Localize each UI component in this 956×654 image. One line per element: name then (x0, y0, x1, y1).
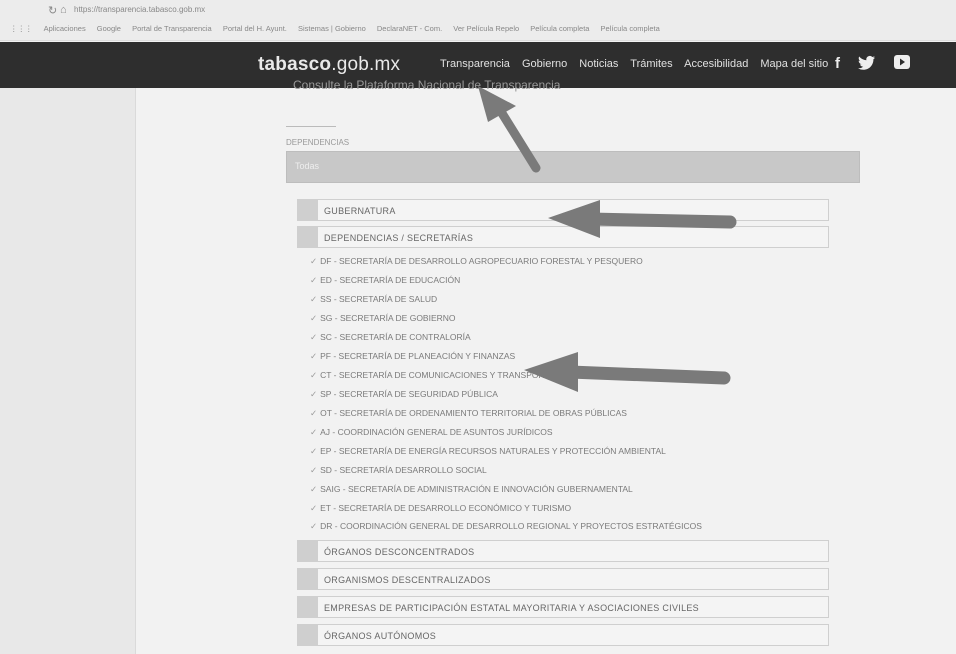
nav-tramites[interactable]: Trámites (630, 58, 672, 70)
bookmark[interactable]: Google (97, 24, 121, 33)
check-icon: ✓ (310, 427, 318, 437)
check-icon: ✓ (310, 389, 318, 399)
bookmarks-bar: ⋮⋮⋮ Aplicaciones Google Portal de Transp… (0, 24, 956, 38)
check-icon: ✓ (310, 408, 318, 418)
bookmark[interactable]: Portal de Transparencia (132, 24, 212, 33)
check-icon: ✓ (310, 484, 318, 494)
list-item[interactable]: ✓ ED - SECRETARÍA DE EDUCACIÓN (310, 275, 460, 286)
section-organismos-descentralizados[interactable]: ORGANISMOS DESCENTRALIZADOS (297, 568, 829, 590)
bookmark[interactable]: Película completa (530, 24, 589, 33)
check-icon: ✓ (310, 313, 318, 323)
section-organos-autonomos[interactable]: ÓRGANOS AUTÓNOMOS (297, 624, 829, 646)
check-icon: ✓ (310, 275, 318, 285)
bookmark[interactable]: Película completa (601, 24, 660, 33)
check-icon: ✓ (310, 446, 318, 456)
list-item[interactable]: ✓ AJ - COORDINACIÓN GENERAL DE ASUNTOS JU… (310, 427, 553, 438)
nav-accesibilidad[interactable]: Accesibilidad (684, 58, 748, 70)
list-item[interactable]: ✓ SD - SECRETARÍA DESARROLLO SOCIAL (310, 465, 487, 476)
check-icon: ✓ (310, 503, 318, 513)
reload-icon[interactable]: ↻ (48, 4, 57, 17)
nav-noticias[interactable]: Noticias (579, 58, 618, 70)
bookmark[interactable]: Sistemas | Gobierno (298, 24, 366, 33)
logo-main: tabasco (258, 54, 332, 75)
list-item[interactable]: ✓ CT - SECRETARÍA DE COMUNICACIONES Y TRA… (310, 370, 561, 381)
twitter-icon[interactable] (858, 55, 876, 75)
check-icon: ✓ (310, 521, 318, 531)
bookmark[interactable]: Aplicaciones (44, 24, 86, 33)
section-empresas[interactable]: EMPRESAS DE PARTICIPACIÓN ESTATAL MAYORI… (297, 596, 829, 618)
section-label: GUBERNATURA (324, 206, 396, 216)
divider (286, 126, 336, 127)
dependencias-label: DEPENDENCIAS (286, 138, 350, 147)
select-value: Todas (295, 161, 320, 171)
section-toggle-icon (298, 227, 318, 247)
dependencias-select[interactable]: Todas (286, 151, 860, 183)
logo-domain: .gob.mx (331, 54, 401, 75)
list-item[interactable]: ✓ DR - COORDINACIÓN GENERAL DE DESARROLLO… (310, 521, 702, 532)
list-item[interactable]: ✓ SG - SECRETARÍA DE GOBIERNO (310, 313, 456, 324)
site-logo[interactable]: tabasco.gob.mx (258, 54, 400, 76)
list-item[interactable]: ✓ OT - SECRETARÍA DE ORDENAMIENTO TERRITO… (310, 408, 627, 419)
section-gubernatura[interactable]: GUBERNATURA (297, 199, 829, 221)
nav-transparencia[interactable]: Transparencia (440, 58, 510, 70)
browser-toolbar: ↻ ⌂ https://transparencia.tabasco.gob.mx… (0, 0, 956, 41)
youtube-icon[interactable] (894, 55, 910, 73)
facebook-icon[interactable]: f (835, 55, 840, 72)
bookmark[interactable]: DeclaraNET - Com. (377, 24, 442, 33)
bookmark[interactable]: Portal del H. Ayunt. (223, 24, 287, 33)
section-label: DEPENDENCIAS / SECRETARÍAS (324, 233, 474, 243)
check-icon: ✓ (310, 294, 318, 304)
home-icon[interactable]: ⌂ (60, 4, 67, 16)
list-item[interactable]: ✓ SP - SECRETARÍA DE SEGURIDAD PÚBLICA (310, 389, 498, 400)
nav-mapa-del-sitio[interactable]: Mapa del sitio (760, 58, 828, 70)
section-organos-desconcentrados[interactable]: ÓRGANOS DESCONCENTRADOS (297, 540, 829, 562)
bookmark[interactable]: Ver Película Repelo (453, 24, 519, 33)
section-label: EMPRESAS DE PARTICIPACIÓN ESTATAL MAYORI… (324, 603, 699, 613)
apps-icon[interactable]: ⋮⋮⋮ (10, 24, 33, 33)
check-icon: ✓ (310, 332, 318, 342)
main-nav: Transparencia Gobierno Noticias Trámites… (440, 58, 837, 70)
list-item[interactable]: ✓ DF - SECRETARÍA DE DESARROLLO AGROPECUA… (310, 256, 643, 267)
left-margin (0, 88, 136, 654)
check-icon: ✓ (310, 351, 318, 361)
page-subtitle: Consulte la Plataforma Nacional de Trans… (293, 78, 561, 92)
list-item[interactable]: ✓ SAIG - SECRETARÍA DE ADMINISTRACIÓN E I… (310, 484, 633, 495)
list-item[interactable]: ✓ SS - SECRETARÍA DE SALUD (310, 294, 437, 305)
check-icon: ✓ (310, 465, 318, 475)
list-item[interactable]: ✓ EP - SECRETARÍA DE ENERGÍA RECURSOS NAT… (310, 446, 666, 457)
section-toggle-icon (298, 625, 318, 645)
section-toggle-icon (298, 569, 318, 589)
section-toggle-icon (298, 200, 318, 220)
section-label: ÓRGANOS AUTÓNOMOS (324, 631, 437, 641)
nav-gobierno[interactable]: Gobierno (522, 58, 567, 70)
section-toggle-icon (298, 541, 318, 561)
address-bar[interactable]: https://transparencia.tabasco.gob.mx (74, 5, 205, 14)
list-item[interactable]: ✓ ET - SECRETARÍA DE DESARROLLO ECONÓMICO… (310, 503, 571, 514)
check-icon: ✓ (310, 370, 318, 380)
address-row: ↻ ⌂ https://transparencia.tabasco.gob.mx (0, 2, 956, 18)
list-item[interactable]: ✓ PF - SECRETARÍA DE PLANEACIÓN Y FINANZA… (310, 351, 515, 362)
section-label: ÓRGANOS DESCONCENTRADOS (324, 547, 475, 557)
section-label: ORGANISMOS DESCENTRALIZADOS (324, 575, 491, 585)
check-icon: ✓ (310, 256, 318, 266)
section-toggle-icon (298, 597, 318, 617)
section-dependencias[interactable]: DEPENDENCIAS / SECRETARÍAS (297, 226, 829, 248)
list-item[interactable]: ✓ SC - SECRETARÍA DE CONTRALORÍA (310, 332, 471, 343)
